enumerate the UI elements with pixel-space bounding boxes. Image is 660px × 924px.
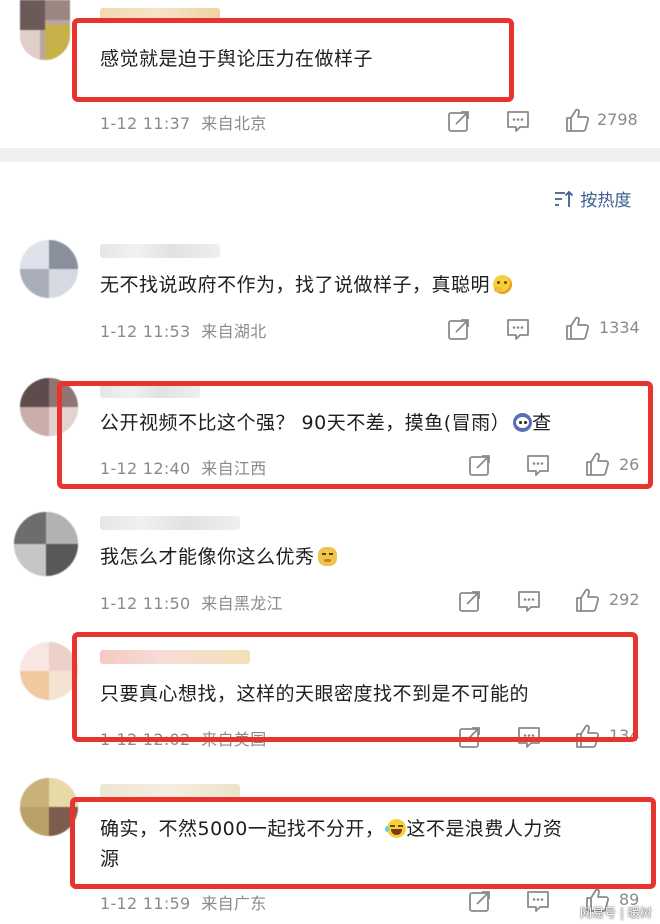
avatar[interactable] <box>20 642 78 700</box>
comment-meta: 1-12 11:50 来自黑龙江 <box>100 590 283 614</box>
comment-button[interactable] <box>516 724 542 750</box>
comment-button[interactable] <box>516 588 542 614</box>
avatar[interactable] <box>20 240 78 298</box>
comment-text: 确实，不然5000一起找不分开， 这不是浪费人力资源 <box>100 814 650 874</box>
comment-location: 来自江西 <box>201 459 267 478</box>
thumbs-up-icon <box>566 108 590 132</box>
like-count: 292 <box>609 590 640 609</box>
comment-meta: 1-12 12:40 来自江西 <box>100 455 267 479</box>
watermark: 网易号 | 暖树 <box>580 906 652 920</box>
username-blurred[interactable] <box>100 784 240 798</box>
like-count: 26 <box>619 455 640 474</box>
share-icon <box>469 455 490 476</box>
share-button[interactable] <box>467 888 493 914</box>
comment-text-line2: 源 <box>100 848 120 870</box>
like-button[interactable] <box>584 451 610 477</box>
share-icon <box>448 111 469 132</box>
doge-emoji-icon <box>317 547 337 566</box>
sort-label: 按热度 <box>580 191 632 211</box>
comment-time: 1-12 12:02 <box>100 730 191 749</box>
comment-text-content: 公开视频不比这个强？ 90天不差，摸鱼(冒雨） <box>100 412 511 434</box>
comment-meta: 1-12 11:37 来自北京 <box>100 110 267 134</box>
comment-location: 来自湖北 <box>201 322 267 341</box>
comment-icon <box>518 727 540 748</box>
username-blurred[interactable] <box>100 650 250 664</box>
comment-text-content: 我怎么才能像你这么优秀 <box>100 546 315 568</box>
comment-location: 来自北京 <box>201 114 267 133</box>
like-count: 2798 <box>597 110 638 129</box>
comment-button[interactable] <box>505 108 531 134</box>
username-blurred[interactable] <box>100 8 220 22</box>
username-blurred[interactable] <box>100 516 240 530</box>
laugh-cry-emoji-icon <box>385 819 407 838</box>
share-button[interactable] <box>457 588 483 614</box>
like-count: 1334 <box>599 318 640 337</box>
comment-text: 感觉就是迫于舆论压力在做样子 <box>100 44 373 74</box>
share-button[interactable] <box>446 108 472 134</box>
username-blurred[interactable] <box>100 384 200 398</box>
thumbs-up-icon <box>566 316 590 340</box>
thinking-emoji-icon <box>493 275 513 294</box>
comment-location: 来自广东 <box>201 894 267 913</box>
comment-text-content: 无不找说政府不作为，找了说做样子，真聪明 <box>100 274 491 296</box>
section-divider <box>0 148 660 162</box>
like-count: 134 <box>609 726 640 745</box>
sort-by-hot-button[interactable]: 按热度 <box>553 186 631 211</box>
comment-meta: 1-12 11:53 来自湖北 <box>100 318 267 342</box>
comment-text-content: 感觉就是迫于舆论压力在做样子 <box>100 48 374 70</box>
share-icon <box>448 319 469 340</box>
comment-text: 公开视频不比这个强？ 90天不差，摸鱼(冒雨） 查 <box>100 408 552 438</box>
comment-text-content: 只要真心想找，这样的天眼密度找不到是不可能的 <box>100 683 530 705</box>
scared-emoji-icon <box>513 413 533 432</box>
comment-text: 无不找说政府不作为，找了说做样子，真聪明 <box>100 270 513 300</box>
comment-icon <box>507 111 529 132</box>
comment-text-tail: 查 <box>532 412 552 434</box>
thumbs-up-icon <box>576 588 600 612</box>
comment-text: 只要真心想找，这样的天眼密度找不到是不可能的 <box>100 679 529 709</box>
avatar[interactable] <box>20 0 70 60</box>
comment-text-content: 确实，不然5000一起找不分开， <box>100 818 385 840</box>
comment-button[interactable] <box>525 452 551 478</box>
avatar[interactable] <box>20 778 78 836</box>
share-button[interactable] <box>457 724 483 750</box>
comment-time: 1-12 11:50 <box>100 594 191 613</box>
comment-icon <box>527 891 549 912</box>
thumbs-up-icon <box>576 724 600 748</box>
share-icon <box>459 727 480 748</box>
comment-button[interactable] <box>525 888 551 914</box>
username-blurred[interactable] <box>100 244 220 258</box>
share-button[interactable] <box>467 452 493 478</box>
comment-location: 来自美国 <box>201 730 267 749</box>
sort-lines-icon <box>555 190 574 207</box>
like-button[interactable] <box>564 315 590 341</box>
comment-meta: 1-12 12:02 来自美国 <box>100 726 267 750</box>
comment-time: 1-12 12:40 <box>100 459 191 478</box>
comment-icon <box>518 591 540 612</box>
comment-icon <box>527 455 549 476</box>
share-icon <box>469 891 490 912</box>
comment-time: 1-12 11:37 <box>100 114 191 133</box>
comment-time: 1-12 11:59 <box>100 894 191 913</box>
comment-text: 我怎么才能像你这么优秀 <box>100 542 337 572</box>
avatar[interactable] <box>20 378 78 436</box>
comment-location: 来自黑龙江 <box>201 594 283 613</box>
like-button[interactable] <box>574 723 600 749</box>
like-button[interactable] <box>574 587 600 613</box>
share-icon <box>459 591 480 612</box>
comment-text-tail: 这不是浪费人力资 <box>406 818 563 840</box>
comment-time: 1-12 11:53 <box>100 322 191 341</box>
like-button[interactable] <box>564 107 590 133</box>
avatar[interactable] <box>14 512 78 576</box>
comment-meta: 1-12 11:59 来自广东 <box>100 890 267 914</box>
share-button[interactable] <box>446 316 472 342</box>
comment-button[interactable] <box>505 316 531 342</box>
comment-icon <box>507 319 529 340</box>
thumbs-up-icon <box>586 452 610 476</box>
